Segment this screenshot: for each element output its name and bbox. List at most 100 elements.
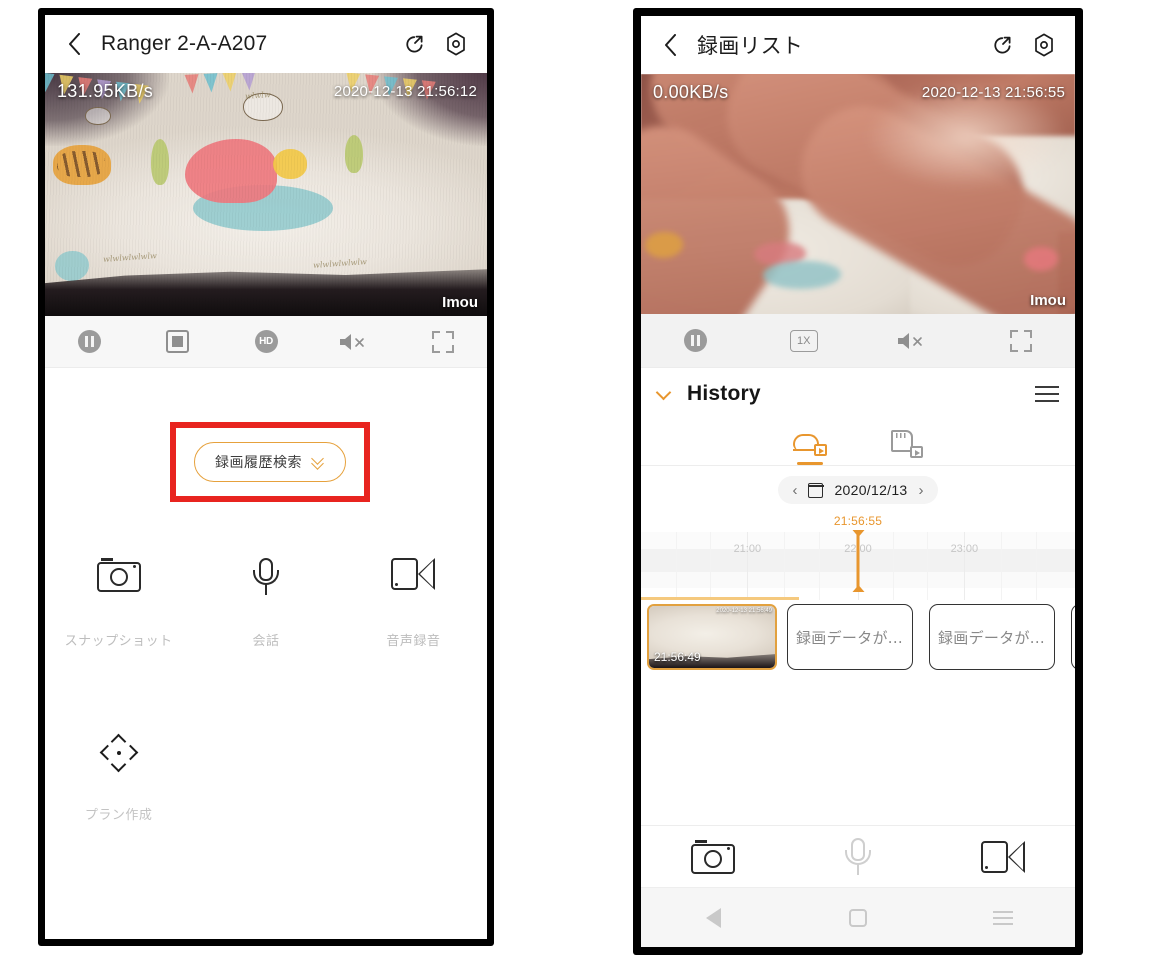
- clip-strip: 2020-12-13 21:56:49 21:56:49 録画データが... 録…: [641, 604, 1075, 682]
- scene-speech-bubble-1: [85, 107, 111, 125]
- scene-tree-1: [151, 139, 169, 185]
- clip-timestamp: 21:56:49: [654, 650, 701, 664]
- talk-label: 会話: [252, 634, 280, 649]
- plan-create-action[interactable]: プラン作成: [45, 732, 192, 823]
- mute-button[interactable]: [858, 314, 967, 367]
- share-button[interactable]: [399, 27, 433, 61]
- record-button[interactable]: [930, 840, 1075, 873]
- timeline-hour-label: 21:00: [733, 543, 762, 555]
- right-appbar: 録画リスト: [641, 16, 1075, 74]
- back-button[interactable]: [655, 30, 685, 60]
- plan-row: プラン作成: [45, 732, 192, 823]
- timeline-hour-label: 23:00: [950, 543, 979, 555]
- active-tab-underline: [797, 462, 823, 465]
- android-back-button[interactable]: [683, 899, 743, 937]
- recording-timeline[interactable]: 21:56:55 21:00 22: [641, 514, 1075, 600]
- clip-card[interactable]: 録画データが...: [929, 604, 1055, 670]
- fullscreen-button[interactable]: [967, 314, 1076, 367]
- timeline-cursor-time: 21:56:55: [833, 514, 883, 528]
- snapshot-action[interactable]: スナップショット: [45, 558, 192, 649]
- pause-button[interactable]: [45, 316, 133, 367]
- scene-tiger: [53, 145, 111, 185]
- settings-button[interactable]: [1027, 28, 1061, 62]
- timeline-playhead[interactable]: [856, 530, 860, 592]
- speaker-muted-icon: [337, 331, 371, 353]
- left-appbar: Ranger 2-A-A207: [45, 15, 487, 73]
- video-scene-fabric: wlwlwlwlwlw wlwlwlwlwlw wlwlw: [45, 73, 487, 316]
- scene-speech-bubble-2: [243, 93, 283, 121]
- bunting-flags-mid: [184, 73, 257, 95]
- clip-overlay-timestamp: 2020-12-13 21:56:49: [716, 608, 772, 614]
- hd-quality-icon: HD: [254, 330, 278, 353]
- bitrate-overlay: 0.00KB/s: [653, 82, 729, 102]
- left-phone-frame: Ranger 2-A-A207 wlwlwlwlwlw wlwlwlwlwlw …: [38, 8, 494, 946]
- stop-icon: [166, 330, 190, 353]
- playback-speed-icon: 1X: [789, 329, 818, 352]
- settings-button[interactable]: [439, 27, 473, 61]
- date-picker[interactable]: ‹ 2020/12/13 ›: [778, 476, 938, 504]
- history-search-button[interactable]: 録画履歴検索: [194, 442, 346, 482]
- video-camera-icon: [980, 840, 1025, 873]
- sd-card-tab[interactable]: [891, 430, 923, 465]
- share-icon: [994, 36, 1011, 54]
- page-title: 録画リスト: [697, 34, 803, 58]
- prev-day-button[interactable]: ‹: [792, 483, 797, 498]
- chevron-left-icon: [68, 33, 80, 55]
- speed-button[interactable]: 1X: [750, 314, 859, 367]
- settings-gear-icon: [447, 32, 465, 56]
- android-recents-button[interactable]: [973, 899, 1033, 937]
- talk-button[interactable]: [786, 837, 931, 876]
- speaker-muted-icon: [895, 330, 929, 352]
- chevron-down-icon: [655, 384, 672, 401]
- share-button[interactable]: [987, 28, 1021, 62]
- pause-icon: [77, 330, 101, 353]
- back-button[interactable]: [59, 29, 89, 59]
- brand-watermark: Imou: [442, 294, 478, 311]
- microphone-icon: [252, 558, 280, 596]
- pause-button[interactable]: [641, 314, 750, 367]
- clip-card[interactable]: 録画データが...: [787, 604, 913, 670]
- clip-thumbnail[interactable]: 2020-12-13 21:56:49 21:56:49: [647, 604, 777, 670]
- history-search-highlight: 録画履歴検索: [170, 422, 370, 502]
- mute-button[interactable]: [310, 316, 398, 367]
- android-home-button[interactable]: [828, 899, 888, 937]
- video-camera-icon: [391, 558, 436, 590]
- clip-card[interactable]: 録画デ: [1071, 604, 1075, 670]
- camera-icon: [96, 558, 141, 592]
- next-day-button[interactable]: ›: [919, 483, 924, 498]
- fullscreen-icon: [431, 330, 454, 353]
- timestamp-overlay: 2020-12-13 21:56:12: [333, 83, 477, 100]
- right-bottom-actions: [641, 825, 1075, 887]
- storage-source-tabs: [641, 420, 1075, 466]
- snapshot-button[interactable]: [641, 839, 786, 874]
- fullscreen-icon: [1009, 329, 1032, 352]
- square-home-icon: [848, 908, 867, 927]
- microphone-icon: [844, 837, 872, 876]
- date-selector-row: ‹ 2020/12/13 ›: [641, 466, 1075, 514]
- fullscreen-button[interactable]: [399, 316, 487, 367]
- history-collapse-button[interactable]: [655, 384, 673, 402]
- left-phone-screen: Ranger 2-A-A207 wlwlwlwlwlw wlwlwlwlwlw …: [45, 15, 487, 939]
- clip-card-text: 録画データが...: [938, 628, 1046, 647]
- stop-button[interactable]: [133, 316, 221, 367]
- quality-button[interactable]: HD: [222, 316, 310, 367]
- chevron-left-icon: [664, 34, 676, 56]
- record-action[interactable]: 音声録音: [340, 558, 487, 649]
- triangle-back-icon: [705, 907, 721, 928]
- share-icon: [406, 35, 423, 53]
- scene-bird: [273, 149, 307, 179]
- left-video-player[interactable]: wlwlwlwlwlw wlwlwlwlwlw wlwlw 131.95KB/s…: [45, 73, 487, 316]
- right-phone-frame: 録画リスト 0.00KB/s 2020-12-13 21:56:55 Imou …: [633, 8, 1083, 955]
- history-menu-button[interactable]: [1035, 381, 1059, 407]
- right-video-player[interactable]: 0.00KB/s 2020-12-13 21:56:55 Imou: [641, 74, 1075, 314]
- history-title: History: [687, 382, 761, 405]
- hamburger-recents-icon: [992, 907, 1013, 929]
- scene-pond: [193, 185, 333, 231]
- talk-action[interactable]: 会話: [192, 558, 339, 649]
- brand-watermark: Imou: [1030, 292, 1066, 309]
- cloud-storage-tab[interactable]: [793, 432, 827, 465]
- history-header: History: [641, 368, 1075, 420]
- record-label: 音声録音: [386, 634, 441, 649]
- scene-tree-2: [345, 135, 363, 173]
- scene-dark-bottom: [45, 269, 487, 316]
